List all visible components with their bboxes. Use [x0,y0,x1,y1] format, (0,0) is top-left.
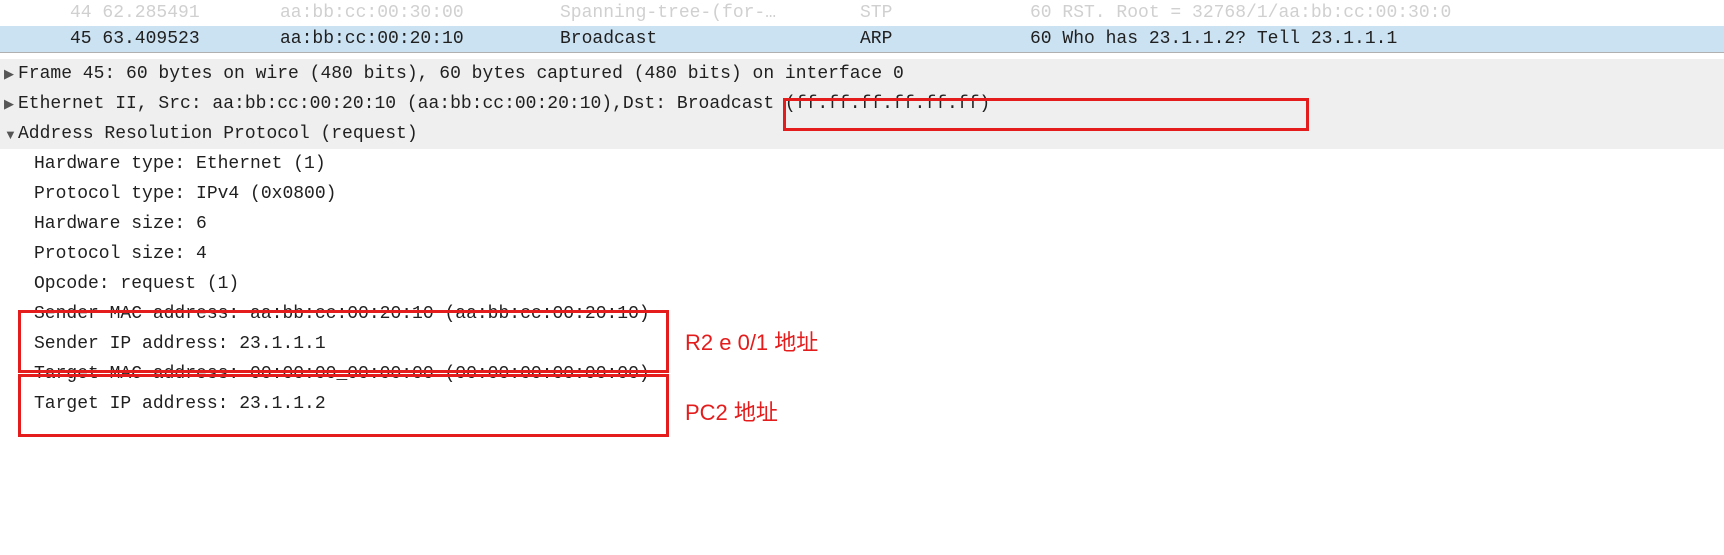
hardware-size-row[interactable]: Hardware size: 6 [0,209,1724,239]
packet-row[interactable]: 44 62.285491 aa:bb:cc:00:30:00 Spanning-… [0,0,1724,26]
frame-summary-text: Frame 45: 60 bytes on wire (480 bits), 6… [18,64,904,84]
col-proto: STP [860,3,1030,23]
protocol-size-text: Protocol size: 4 [34,244,207,264]
ethernet-src-text: Ethernet II, Src: aa:bb:cc:00:20:10 (aa:… [18,94,623,114]
hardware-type-row[interactable]: Hardware type: Ethernet (1) [0,149,1724,179]
expand-down-icon[interactable]: ▼ [4,127,18,142]
col-source: aa:bb:cc:00:30:00 [280,3,560,23]
col-dest: Spanning-tree-(for-… [560,3,860,23]
target-ip-text: Target IP address: 23.1.1.2 [34,394,326,414]
sender-mac-row[interactable]: Sender MAC address: aa:bb:cc:00:20:10 (a… [0,299,1724,329]
col-info: 60 RST. Root = 32768/1/aa:bb:cc:00:30:0 [1030,3,1724,23]
opcode-text: Opcode: request (1) [34,274,239,294]
col-dest: Broadcast [560,29,860,49]
annotation-pc2-label: PC2 地址 [685,395,778,427]
col-proto: ARP [860,29,1030,49]
arp-header-text: Address Resolution Protocol (request) [18,124,418,144]
hardware-size-text: Hardware size: 6 [34,214,207,234]
arp-header-row[interactable]: ▼ Address Resolution Protocol (request) [0,119,1724,149]
sender-ip-row[interactable]: Sender IP address: 23.1.1.1 [0,329,1724,359]
ethernet-dst-text: Dst: Broadcast (ff:ff:ff:ff:ff:ff) [623,94,990,114]
sender-mac-text: Sender MAC address: aa:bb:cc:00:20:10 (a… [34,304,650,324]
target-ip-row[interactable]: Target IP address: 23.1.1.2 [0,389,1724,419]
protocol-type-text: Protocol type: IPv4 (0x0800) [34,184,336,204]
col-no: 45 63.409523 [70,29,280,49]
expand-right-icon[interactable]: ▶ [4,66,18,82]
target-mac-text: Target MAC address: 00:00:00_00:00:00 (0… [34,364,650,384]
expand-right-icon[interactable]: ▶ [4,96,18,112]
opcode-row[interactable]: Opcode: request (1) [0,269,1724,299]
protocol-size-row[interactable]: Protocol size: 4 [0,239,1724,269]
col-info: 60 Who has 23.1.1.2? Tell 23.1.1.1 [1030,29,1724,49]
packet-details-pane: ▶ Frame 45: 60 bytes on wire (480 bits),… [0,53,1724,419]
frame-summary-row[interactable]: ▶ Frame 45: 60 bytes on wire (480 bits),… [0,59,1724,89]
col-no: 44 62.285491 [70,3,280,23]
ethernet-row[interactable]: ▶ Ethernet II, Src: aa:bb:cc:00:20:10 (a… [0,89,1724,119]
target-mac-row[interactable]: Target MAC address: 00:00:00_00:00:00 (0… [0,359,1724,389]
hardware-type-text: Hardware type: Ethernet (1) [34,154,326,174]
packet-list: 44 62.285491 aa:bb:cc:00:30:00 Spanning-… [0,0,1724,53]
annotation-r2-label: R2 e 0/1 地址 [685,325,818,357]
sender-ip-text: Sender IP address: 23.1.1.1 [34,334,326,354]
col-source: aa:bb:cc:00:20:10 [280,29,560,49]
protocol-type-row[interactable]: Protocol type: IPv4 (0x0800) [0,179,1724,209]
packet-row-selected[interactable]: 45 63.409523 aa:bb:cc:00:20:10 Broadcast… [0,26,1724,52]
